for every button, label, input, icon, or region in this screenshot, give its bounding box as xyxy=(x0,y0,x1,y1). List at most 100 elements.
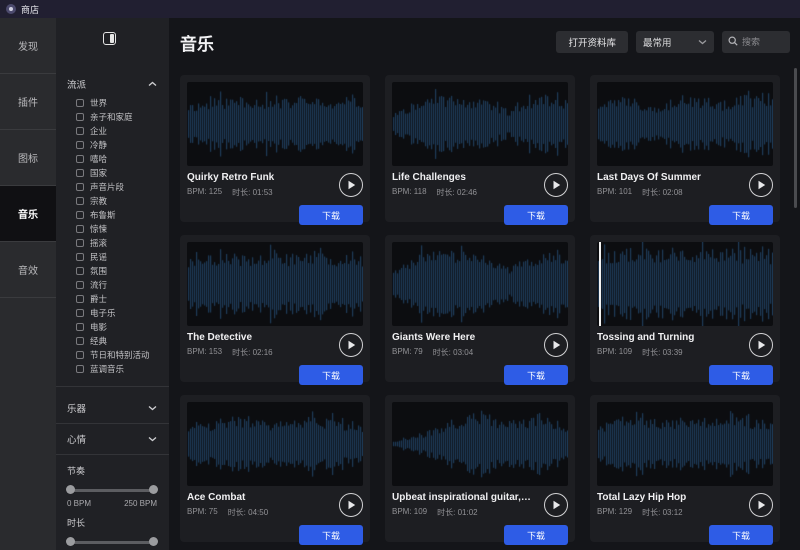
genre-checkbox-世界[interactable]: 世界 xyxy=(56,96,169,110)
nav-item-图标[interactable]: 图标 xyxy=(0,130,56,186)
checkbox-icon xyxy=(76,253,84,261)
play-button[interactable] xyxy=(544,173,568,197)
search-input[interactable] xyxy=(742,37,782,47)
genre-label: 电子乐 xyxy=(90,307,116,319)
genre-checkbox-企业[interactable]: 企业 xyxy=(56,124,169,138)
genre-checkbox-电子乐[interactable]: 电子乐 xyxy=(56,306,169,320)
waveform[interactable] xyxy=(392,242,568,326)
genre-checkbox-冷静[interactable]: 冷静 xyxy=(56,138,169,152)
waveform[interactable] xyxy=(597,402,773,486)
tempo-max-label: 250 BPM xyxy=(124,499,157,508)
download-button[interactable]: 下载 xyxy=(299,525,363,545)
track-bpm: BPM: 125 xyxy=(187,187,222,198)
checkbox-icon xyxy=(76,141,84,149)
genre-checkbox-氛围[interactable]: 氛围 xyxy=(56,264,169,278)
download-button[interactable]: 下载 xyxy=(504,365,568,385)
waveform[interactable] xyxy=(597,242,773,326)
mood-section-header[interactable]: 心情 xyxy=(56,431,169,447)
genre-label: 摇滚 xyxy=(90,237,107,249)
waveform[interactable] xyxy=(597,82,773,166)
genre-checkbox-流行[interactable]: 流行 xyxy=(56,278,169,292)
genre-section-header[interactable]: 流派 xyxy=(56,76,169,92)
play-button[interactable] xyxy=(749,333,773,357)
genre-checkbox-节日和特别活动[interactable]: 节日和特别活动 xyxy=(56,348,169,362)
sort-dropdown-value: 最常用 xyxy=(643,35,672,49)
duration-filter: 时长 0:00 4:00 xyxy=(56,516,169,550)
music-card: Last Days Of Summer BPM: 101 时长: 02:08 下… xyxy=(590,75,780,222)
waveform[interactable] xyxy=(187,242,363,326)
play-button[interactable] xyxy=(339,333,363,357)
genre-checkbox-民谣[interactable]: 民谣 xyxy=(56,250,169,264)
play-button[interactable] xyxy=(749,173,773,197)
download-button[interactable]: 下载 xyxy=(299,205,363,225)
track-bpm: BPM: 118 xyxy=(392,187,427,198)
play-button[interactable] xyxy=(749,493,773,517)
waveform[interactable] xyxy=(392,82,568,166)
genre-checkbox-惊悚[interactable]: 惊悚 xyxy=(56,222,169,236)
download-button[interactable]: 下载 xyxy=(504,525,568,545)
track-title: Quirky Retro Funk xyxy=(187,172,327,183)
instruments-section-header[interactable]: 乐器 xyxy=(56,400,169,416)
play-icon xyxy=(757,340,766,350)
genre-checkbox-宗教[interactable]: 宗教 xyxy=(56,194,169,208)
collapse-panel-icon[interactable] xyxy=(103,32,116,45)
genre-label: 布鲁斯 xyxy=(90,209,116,221)
download-button[interactable]: 下载 xyxy=(709,365,773,385)
waveform[interactable] xyxy=(187,402,363,486)
genre-label: 民谣 xyxy=(90,251,107,263)
search-box[interactable] xyxy=(722,31,790,53)
genre-checkbox-爵士[interactable]: 爵士 xyxy=(56,292,169,306)
nav-item-发现[interactable]: 发现 xyxy=(0,18,56,74)
music-grid: Quirky Retro Funk BPM: 125 时长: 01:53 下载 xyxy=(180,75,780,542)
checkbox-icon xyxy=(76,127,84,135)
waveform[interactable] xyxy=(392,402,568,486)
genre-label: 世界 xyxy=(90,97,107,109)
genre-checkbox-经典[interactable]: 经典 xyxy=(56,334,169,348)
vertical-scrollbar[interactable] xyxy=(794,68,797,208)
track-bpm: BPM: 153 xyxy=(187,347,222,358)
chevron-down-icon xyxy=(148,436,157,442)
divider xyxy=(56,386,169,387)
play-icon xyxy=(757,500,766,510)
play-button[interactable] xyxy=(339,493,363,517)
tempo-slider-max-handle[interactable] xyxy=(149,485,158,494)
playhead-cursor xyxy=(599,242,601,326)
checkbox-icon xyxy=(76,351,84,359)
duration-slider-max-handle[interactable] xyxy=(149,537,158,546)
duration-label: 时长 xyxy=(56,516,169,529)
genre-label: 流行 xyxy=(90,279,107,291)
play-icon xyxy=(347,500,356,510)
genre-label: 爵士 xyxy=(90,293,107,305)
genre-checkbox-声音片段[interactable]: 声音片段 xyxy=(56,180,169,194)
play-button[interactable] xyxy=(544,333,568,357)
tempo-slider-min-handle[interactable] xyxy=(66,485,75,494)
nav-item-音乐[interactable]: 音乐 xyxy=(0,186,56,242)
download-button[interactable]: 下载 xyxy=(709,205,773,225)
sort-dropdown[interactable]: 最常用 xyxy=(636,31,714,53)
duration-slider[interactable] xyxy=(67,537,157,547)
play-button[interactable] xyxy=(339,173,363,197)
tempo-label: 节奏 xyxy=(56,464,169,477)
nav-item-音效[interactable]: 音效 xyxy=(0,242,56,298)
tempo-filter: 节奏 0 BPM 250 BPM xyxy=(56,464,169,508)
nav-item-插件[interactable]: 插件 xyxy=(0,74,56,130)
genre-label: 企业 xyxy=(90,125,107,137)
tempo-slider[interactable] xyxy=(67,485,157,495)
genre-checkbox-国家[interactable]: 国家 xyxy=(56,166,169,180)
open-library-button[interactable]: 打开资料库 xyxy=(556,31,628,53)
genre-checkbox-蓝调音乐[interactable]: 蓝调音乐 xyxy=(56,362,169,376)
search-icon xyxy=(728,33,738,51)
download-button[interactable]: 下载 xyxy=(299,365,363,385)
download-button[interactable]: 下载 xyxy=(709,525,773,545)
play-button[interactable] xyxy=(544,493,568,517)
genre-label: 节日和特别活动 xyxy=(90,349,150,361)
genre-checkbox-嘻哈[interactable]: 嘻哈 xyxy=(56,152,169,166)
waveform[interactable] xyxy=(187,82,363,166)
duration-slider-min-handle[interactable] xyxy=(66,537,75,546)
genre-checkbox-电影[interactable]: 电影 xyxy=(56,320,169,334)
genre-checkbox-亲子和家庭[interactable]: 亲子和家庭 xyxy=(56,110,169,124)
download-button[interactable]: 下载 xyxy=(504,205,568,225)
genre-checkbox-布鲁斯[interactable]: 布鲁斯 xyxy=(56,208,169,222)
genre-checkbox-摇滚[interactable]: 摇滚 xyxy=(56,236,169,250)
app-logo-icon xyxy=(6,4,16,14)
